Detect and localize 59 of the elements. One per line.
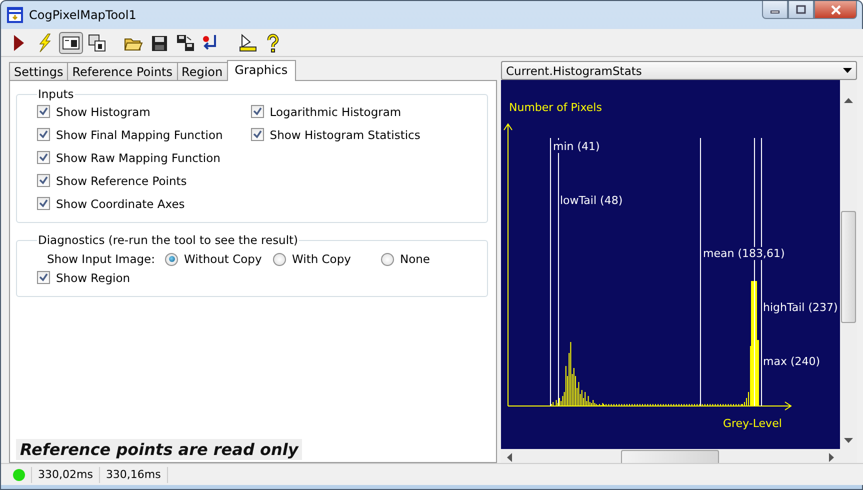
close-button[interactable] [814, 1, 857, 19]
checkbox-label: Show Histogram [56, 104, 150, 118]
marker-label: highTail (237) [762, 301, 839, 314]
field-label: Show Input Image: [47, 252, 156, 266]
checkbox[interactable] [37, 271, 50, 284]
tab[interactable]: Settings [9, 62, 68, 80]
group-title: Inputs [37, 87, 75, 101]
checkbox-label: Show Final Mapping Function [56, 128, 223, 142]
dropdown[interactable]: Current.HistogramStats [501, 61, 857, 80]
checkbox-label: Show Region [56, 270, 130, 284]
close-icon [830, 4, 842, 14]
toolbar-button[interactable] [59, 32, 83, 54]
radio-button[interactable] [165, 252, 178, 266]
checkbox[interactable] [37, 105, 50, 118]
tab[interactable]: Graphics [226, 60, 296, 81]
scroll-thumb[interactable] [841, 211, 856, 323]
tab[interactable]: Region [176, 62, 228, 80]
dropdown-value: Current.HistogramStats [506, 64, 642, 78]
timing-text: 330,02ms [31, 466, 99, 482]
radio-label: Without Copy [184, 252, 262, 266]
checkbox[interactable] [37, 174, 50, 187]
pointer-ruler-icon [237, 32, 257, 52]
marker-label: min (41) [552, 140, 601, 153]
marker-label: mean (183,61) [702, 247, 786, 260]
caret-icon [843, 68, 852, 73]
maximize-icon [795, 4, 807, 14]
disk-pair-icon [175, 32, 195, 52]
up-arrow-icon [844, 98, 853, 103]
app-icon [7, 7, 23, 23]
window-title: CogPixelMapTool1 [29, 8, 138, 22]
checkbox[interactable] [250, 128, 264, 141]
radio-label: None [400, 252, 430, 266]
checkbox[interactable] [37, 151, 50, 164]
right-arrow-icon [829, 452, 834, 462]
axis-label: Number of Pixels [508, 101, 603, 114]
checkbox-label: Show Histogram Statistics [270, 128, 420, 142]
checkbox[interactable] [37, 197, 50, 210]
checkbox[interactable] [250, 105, 264, 118]
tab[interactable]: Reference Points [67, 62, 178, 80]
marker-label: lowTail (48) [559, 194, 624, 207]
maximize-button[interactable] [788, 1, 814, 19]
group-title: Diagnostics (re-run the tool to see the result) [37, 233, 300, 247]
checkbox-label: Show Raw Mapping Function [56, 150, 220, 164]
image-copy-icon [87, 32, 107, 52]
radio-button[interactable] [273, 252, 286, 266]
checkbox-label: Logarithmic Histogram [270, 104, 402, 118]
read-only-note: Reference points are read only [16, 439, 302, 460]
down-arrow-icon [844, 438, 853, 443]
scroll-thumb[interactable] [621, 450, 719, 464]
minimize-button[interactable] [762, 1, 788, 19]
timing-text: 330,16ms [98, 466, 168, 482]
checkbox-label: Show Coordinate Axes [56, 196, 185, 210]
checkbox[interactable] [37, 128, 50, 141]
checkbox-label: Show Reference Points [56, 174, 187, 188]
radio-button[interactable] [381, 252, 394, 266]
marker-label: max (240) [762, 355, 822, 368]
axis-label: Grey-Level [722, 417, 783, 430]
radio-label: With Copy [292, 252, 351, 266]
left-arrow-icon [507, 452, 512, 462]
